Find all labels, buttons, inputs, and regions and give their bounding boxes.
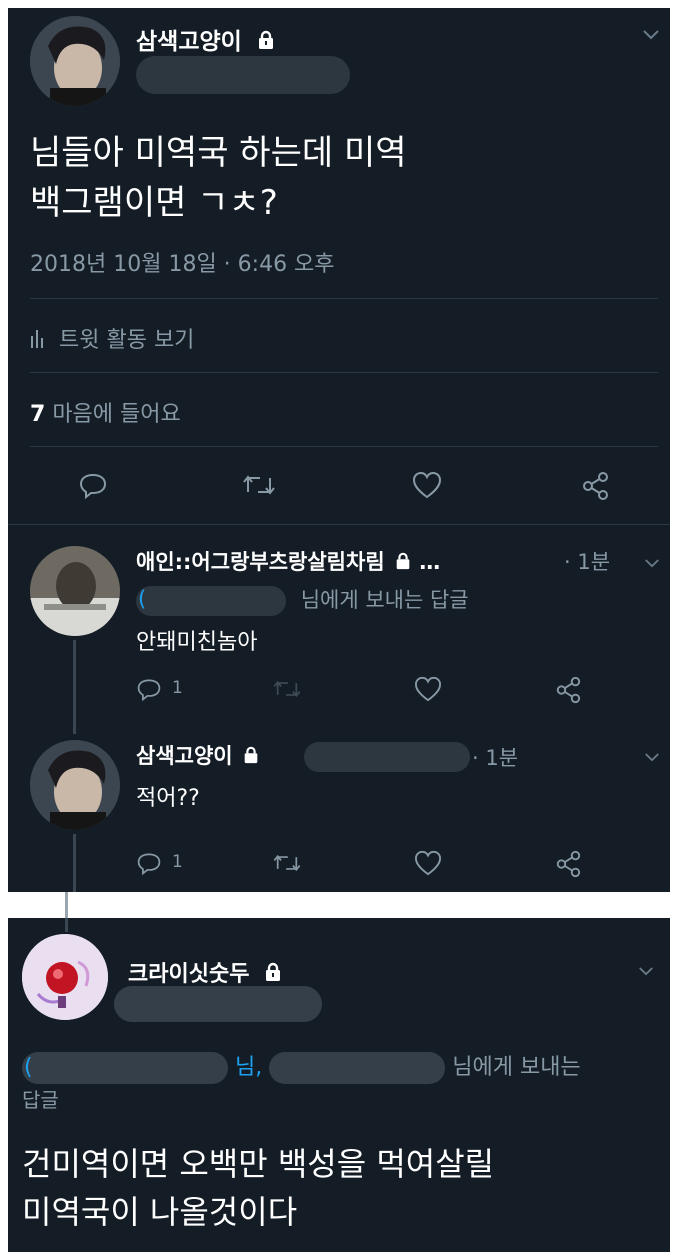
likes-count: 7	[30, 402, 46, 427]
reply-time[interactable]: · 1분	[472, 742, 518, 772]
reply-time[interactable]: · 1분	[564, 546, 610, 576]
reply-to-link[interactable]: (	[22, 1052, 228, 1084]
share-icon[interactable]	[554, 850, 582, 882]
reply-author[interactable]: 애인::어그랑부츠랑살림차림 …	[136, 546, 440, 576]
reply-avatar[interactable]	[30, 546, 120, 636]
heart-icon[interactable]	[412, 471, 442, 503]
author-name-text[interactable]: 크라이싯숫두	[128, 962, 249, 987]
chevron-down-icon[interactable]	[638, 962, 654, 981]
thread-line	[73, 640, 76, 734]
reply-to-line: ( 님, 님에게 보내는 답글	[22, 1052, 656, 1116]
reply-author[interactable]: 삼색고양이	[136, 740, 260, 770]
reply-to-suffix: 님에게 보내는 답글	[300, 588, 469, 612]
lock-icon	[256, 30, 276, 56]
tweet-text-line1: 건미역이면 오백만 백성을 먹여살릴	[22, 1145, 495, 1183]
reply-to-link[interactable]: (	[136, 586, 286, 616]
reply-count: 1	[172, 852, 183, 872]
tweet-text: 님들아 미역국 하는데 미역 백그램이면 ㄱㅊ?	[30, 128, 407, 228]
reply-to-suffix2: 답글	[22, 1088, 59, 1112]
heart-icon[interactable]	[414, 676, 442, 706]
chevron-down-icon[interactable]	[644, 748, 660, 767]
chevron-down-icon[interactable]	[644, 554, 660, 573]
lock-icon	[263, 962, 283, 988]
blurred-handle	[136, 56, 350, 94]
lock-icon	[242, 745, 260, 769]
retweet-icon[interactable]	[242, 472, 276, 502]
chevron-down-icon[interactable]	[642, 26, 660, 45]
divider	[30, 298, 658, 299]
reply-icon[interactable]	[136, 850, 162, 880]
author-name-text[interactable]: 삼색고양이	[136, 29, 242, 55]
retweet-icon-disabled	[272, 678, 302, 704]
author-name[interactable]: 크라이싯숫두	[128, 956, 283, 988]
reply-to-line: ( 님에게 보내는 답글	[136, 584, 469, 616]
main-tweet-panel: 삼색고양이 님들아 미역국 하는데 미역 백그램이면 ㄱㅊ? 2018년 10월…	[8, 8, 670, 892]
tweet-text-line2: 백그램이면 ㄱㅊ?	[30, 183, 278, 223]
reply-avatar[interactable]	[30, 740, 120, 830]
reply-to-mid[interactable]: 님,	[235, 1055, 262, 1080]
divider	[30, 372, 658, 373]
bar-chart-icon	[30, 328, 46, 354]
tweet-text-line1: 님들아 미역국 하는데 미역	[30, 133, 407, 173]
reply-to-link[interactable]	[269, 1052, 446, 1084]
retweet-icon[interactable]	[272, 852, 302, 878]
reply-text: 적어??	[136, 786, 200, 811]
tweet-activity-link[interactable]: 트윗 활동 보기	[30, 322, 194, 354]
tweet-timestamp[interactable]: 2018년 10월 18일 · 6:46 오후	[30, 246, 335, 278]
reply-to-suffix: 님에게 보내는	[452, 1055, 581, 1080]
share-icon[interactable]	[554, 676, 582, 708]
reply-author-ellipsis: …	[419, 550, 441, 574]
thread-line	[65, 892, 68, 918]
divider	[8, 524, 670, 525]
thread-line	[73, 834, 76, 892]
lock-icon	[394, 551, 412, 575]
tweet-text-line2: 미역국이 나올것이다	[22, 1193, 298, 1231]
likes-row[interactable]: 7 마음에 들어요	[30, 396, 181, 428]
author-name[interactable]: 삼색고양이	[136, 22, 276, 56]
blurred-handle	[114, 986, 322, 1022]
blurred-handle	[304, 742, 470, 772]
second-tweet-panel: 크라이싯숫두 ( 님, 님에게 보내는 답글 건미역이면 오백만 백성을 먹여살…	[8, 918, 670, 1252]
reply-author-text[interactable]: 삼색고양이	[136, 744, 233, 768]
tweet-text: 건미역이면 오백만 백성을 먹여살릴 미역국이 나올것이다	[22, 1140, 494, 1236]
author-avatar[interactable]	[22, 934, 108, 1020]
author-avatar[interactable]	[30, 16, 120, 106]
heart-icon[interactable]	[414, 850, 442, 880]
reply-icon[interactable]	[78, 470, 108, 504]
share-icon[interactable]	[580, 471, 610, 505]
reply-author-text[interactable]: 애인::어그랑부츠랑살림차림	[136, 550, 385, 574]
likes-label: 마음에 들어요	[52, 402, 181, 427]
thread-line	[65, 918, 68, 932]
reply-text: 안돼미친놈아	[136, 630, 258, 655]
divider	[30, 446, 658, 447]
reply-count: 1	[172, 678, 183, 698]
activity-label[interactable]: 트윗 활동 보기	[59, 328, 194, 353]
reply-icon[interactable]	[136, 676, 162, 706]
